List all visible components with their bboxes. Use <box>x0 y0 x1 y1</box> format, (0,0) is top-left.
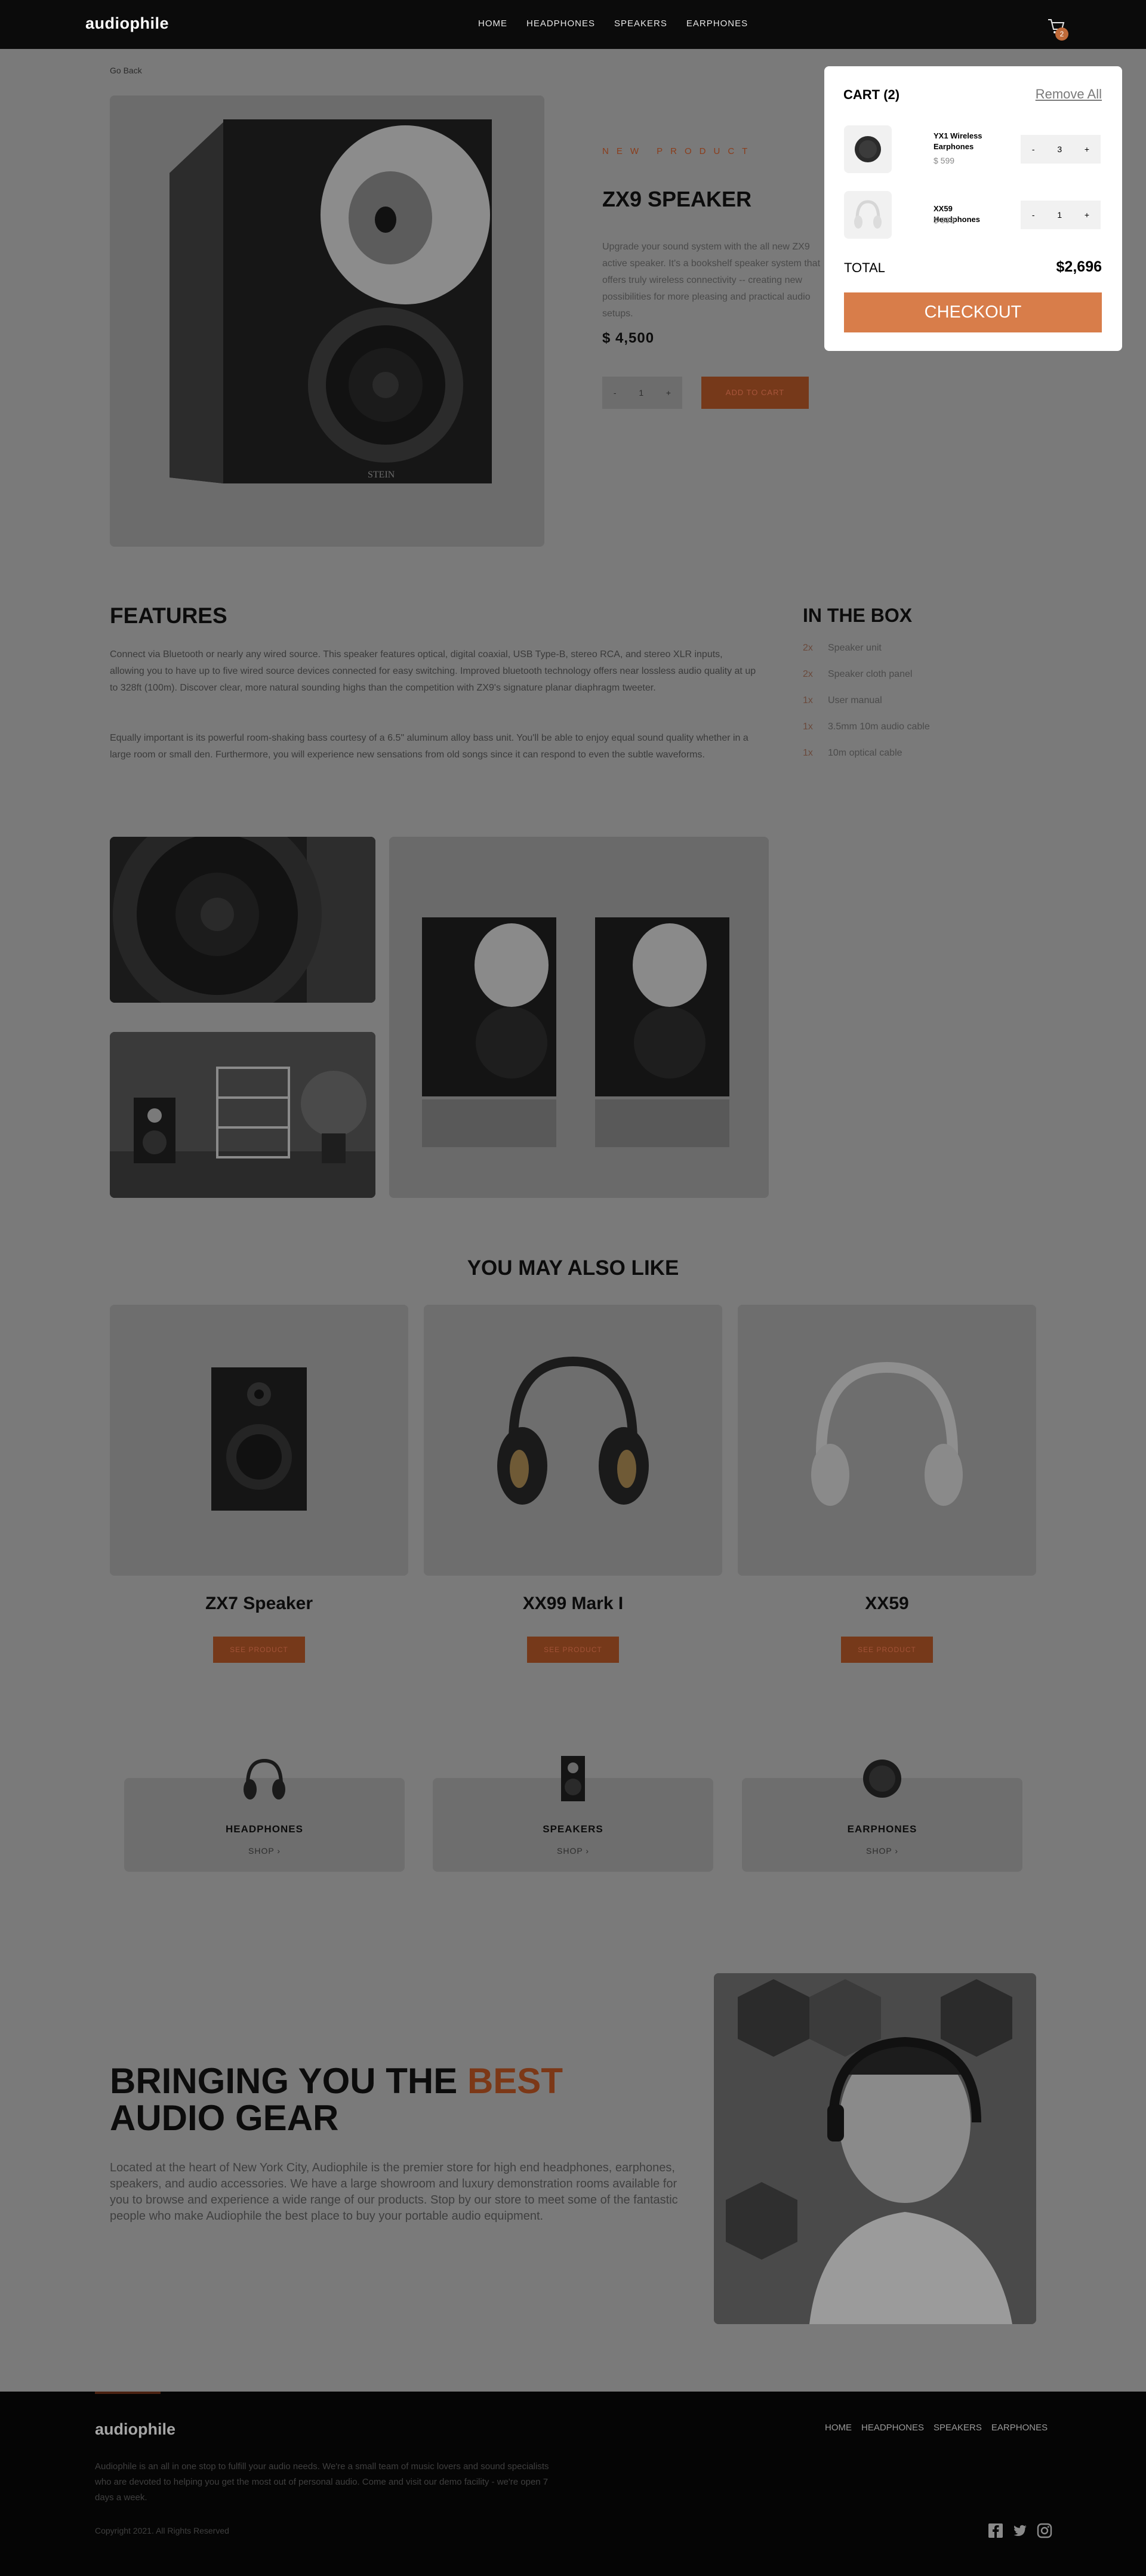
box-item-qty: 1x <box>803 722 813 732</box>
footer-logo[interactable]: audiophile <box>95 2420 175 2439</box>
recommend-name: XX99 Mark I <box>522 1594 624 1613</box>
box-item-name: 10m optical cable <box>828 748 902 758</box>
box-item-qty: 1x <box>803 748 813 758</box>
qty-increment-button[interactable]: + <box>666 388 671 398</box>
recommend-name: XX59 <box>865 1594 909 1613</box>
see-product-button[interactable]: SEE PRODUCT <box>841 1637 933 1663</box>
cart-quantity-stepper: - 3 + <box>1021 135 1101 164</box>
category-shop-link[interactable]: SHOP › <box>124 1846 405 1856</box>
site-header: audiophile HOME HEADPHONES SPEAKERS EARP… <box>0 0 1146 49</box>
gallery-image-speaker-pair <box>389 837 769 1198</box>
nav-headphones[interactable]: HEADPHONES <box>526 19 595 29</box>
about-heading-accent: BEST <box>467 2061 563 2101</box>
site-logo[interactable]: audiophile <box>85 14 169 33</box>
in-the-box-heading: IN THE BOX <box>803 605 913 626</box>
features-paragraph-1: Connect via Bluetooth or nearly any wire… <box>110 649 756 693</box>
cart-title: CART (2) <box>843 87 900 102</box>
cart-qty-decrement-button[interactable]: - <box>1032 210 1035 220</box>
recommend-card-image <box>738 1305 1036 1576</box>
remove-all-button[interactable]: Remove All <box>1036 87 1102 102</box>
product-image: STEIN <box>110 95 544 547</box>
about-image <box>714 1973 1036 2324</box>
cart-total-value: $2,696 <box>1056 258 1102 275</box>
box-item-qty: 2x <box>803 669 813 679</box>
go-back-link[interactable]: Go Back <box>110 66 142 75</box>
category-shop-link[interactable]: SHOP › <box>742 1846 1022 1856</box>
new-product-overline: NEW PRODUCT <box>602 146 756 156</box>
box-item: 1x 3.5mm 10m audio cable <box>803 722 930 732</box>
box-item: 2x Speaker unit <box>803 643 882 654</box>
about-text: Located at the heart of New York City, A… <box>110 2161 678 2223</box>
features-heading: FEATURES <box>110 603 227 628</box>
footer-nav-home[interactable]: HOME <box>825 2423 852 2433</box>
footer-nav-speakers[interactable]: SPEAKERS <box>934 2423 982 2433</box>
headphones-icon <box>235 1749 294 1808</box>
footer-nav-earphones[interactable]: EARPHONES <box>991 2423 1048 2433</box>
twitter-icon[interactable] <box>1012 2523 1028 2538</box>
product-price: $ 4,500 <box>602 330 655 346</box>
about-heading: BRINGING YOU THE BEST AUDIO GEAR <box>110 2063 683 2137</box>
cart-qty-increment-button[interactable]: + <box>1085 210 1089 220</box>
product-description: Upgrade your sound system with the all n… <box>602 242 821 319</box>
site-footer: audiophile HOME HEADPHONES SPEAKERS EARP… <box>0 2392 1146 2576</box>
cart-qty-increment-button[interactable]: + <box>1085 144 1089 154</box>
box-item: 1x User manual <box>803 695 882 706</box>
checkout-button[interactable]: CHECKOUT <box>844 292 1102 332</box>
footer-about-text: Audiophile is an all in one stop to fulf… <box>95 2461 549 2503</box>
cart-qty-value: 3 <box>1057 144 1062 154</box>
main-nav: HOME HEADPHONES SPEAKERS EARPHONES <box>478 19 748 29</box>
nav-earphones[interactable]: EARPHONES <box>686 19 748 29</box>
box-item-name: User manual <box>828 695 882 705</box>
category-name: SPEAKERS <box>543 1823 603 1835</box>
box-item: 1x 10m optical cable <box>803 748 902 759</box>
cart-item-name: YX1 Wireless Earphones <box>934 131 982 151</box>
box-item-name: Speaker cloth panel <box>828 669 913 679</box>
add-to-cart-button[interactable]: ADD TO CART <box>701 377 809 409</box>
cart-qty-decrement-button[interactable]: - <box>1032 144 1035 154</box>
cart-item-price: $ 899 <box>934 215 955 225</box>
svg-text:STEIN: STEIN <box>368 470 395 480</box>
nav-home[interactable]: HOME <box>478 19 507 29</box>
gallery-image-speaker-closeup <box>110 837 375 1003</box>
box-item-name: 3.5mm 10m audio cable <box>828 722 930 732</box>
features-paragraph-2: Equally important is its powerful room-s… <box>110 733 748 760</box>
box-item-name: Speaker unit <box>828 643 882 653</box>
recommend-card-image <box>424 1305 722 1576</box>
earphones-icon <box>852 1749 912 1808</box>
cart-item-thumbnail <box>844 191 892 239</box>
copyright-text: Copyright 2021. All Rights Reserved <box>95 2526 229 2535</box>
category-name: EARPHONES <box>847 1823 917 1835</box>
also-like-heading: YOU MAY ALSO LIKE <box>467 1256 679 1280</box>
cart-quantity-stepper: - 1 + <box>1021 201 1101 229</box>
footer-accent-bar <box>95 2392 161 2394</box>
nav-speakers[interactable]: SPEAKERS <box>614 19 667 29</box>
product-title: ZX9 SPEAKER <box>602 187 752 211</box>
qty-decrement-button[interactable]: - <box>614 388 617 398</box>
about-heading-pre: BRINGING YOU THE <box>110 2061 467 2101</box>
cart-qty-value: 1 <box>1057 210 1062 220</box>
facebook-icon[interactable] <box>988 2523 1003 2538</box>
category-shop-link[interactable]: SHOP › <box>433 1846 713 1856</box>
footer-nav-headphones[interactable]: HEADPHONES <box>861 2423 924 2433</box>
footer-nav: HOME HEADPHONES SPEAKERS EARPHONES <box>825 2423 1048 2433</box>
cart-modal: CART (2) Remove All YX1 Wireless Earphon… <box>824 66 1122 351</box>
about-heading-post: AUDIO GEAR <box>110 2098 339 2138</box>
cart-item-thumbnail <box>844 125 892 173</box>
box-item-qty: 2x <box>803 643 813 653</box>
box-item-qty: 1x <box>803 695 813 705</box>
quantity-stepper: - 1 + <box>602 377 682 409</box>
qty-value: 1 <box>639 388 644 398</box>
see-product-button[interactable]: SEE PRODUCT <box>527 1637 619 1663</box>
recommend-card-image <box>110 1305 408 1576</box>
cart-item-price: $ 599 <box>934 156 955 165</box>
cart-count-badge: 2 <box>1055 27 1068 41</box>
recommend-name: ZX7 Speaker <box>205 1594 313 1613</box>
instagram-icon[interactable] <box>1037 2523 1052 2538</box>
speaker-icon <box>543 1749 603 1808</box>
see-product-button[interactable]: SEE PRODUCT <box>213 1637 305 1663</box>
gallery-image-room <box>110 1032 375 1198</box>
box-item: 2x Speaker cloth panel <box>803 669 912 680</box>
category-name: HEADPHONES <box>226 1823 303 1835</box>
cart-total-label: TOTAL <box>844 260 885 275</box>
